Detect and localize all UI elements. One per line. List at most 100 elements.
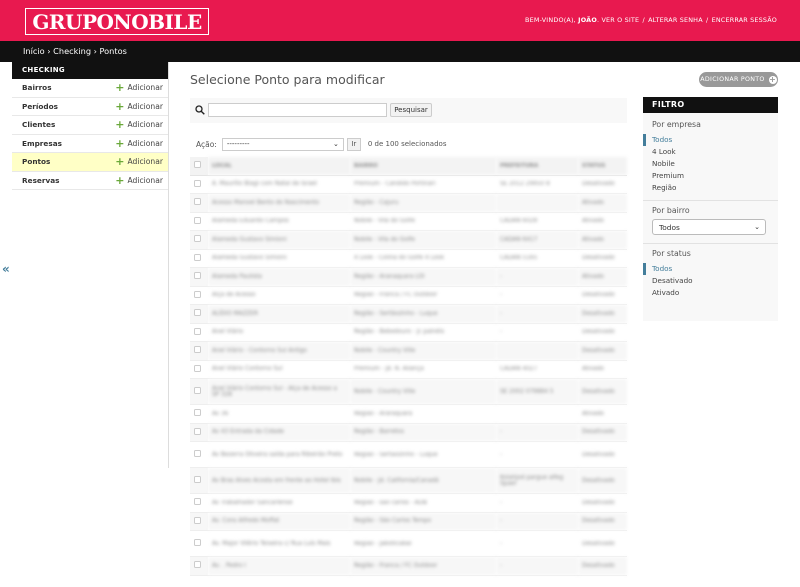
logout-link[interactable]: ENCERRAR SESSÃO (712, 16, 777, 24)
row-checkbox[interactable] (194, 364, 201, 372)
row-checkbox[interactable] (194, 309, 201, 317)
col-header-prefeitura[interactable]: PREFEITURA (496, 157, 578, 176)
view-site-link[interactable]: VER O SITE (601, 16, 639, 24)
row-checkbox[interactable] (194, 539, 201, 546)
cell-local[interactable]: Av 36 (208, 404, 350, 424)
row-checkbox[interactable] (194, 498, 201, 506)
cell-local[interactable]: Acesso Manoel Bento do Nascimento (208, 193, 350, 213)
add-link[interactable]: + Adicionar (115, 156, 163, 167)
cell-prefeitura: - (496, 493, 578, 513)
bairro-select[interactable]: Todos ⌄ (652, 219, 766, 235)
cell-local[interactable]: Av Bras Alves Acosta em frente ao Hotel … (208, 467, 350, 494)
cell-prefeitura: - (496, 423, 578, 442)
col-header-local[interactable]: LOCAL (208, 157, 350, 176)
row-checkbox[interactable] (194, 450, 201, 457)
filter-list-empresa: Todos 4 Look Nobile Premium Região (643, 134, 778, 194)
row-checkbox[interactable] (194, 327, 201, 335)
sidebar-item-label[interactable]: Bairros (22, 83, 52, 92)
add-link[interactable]: + Adicionar (115, 175, 163, 186)
go-button[interactable]: Ir (346, 137, 361, 151)
cell-local[interactable]: Alça de Acesso (208, 286, 350, 305)
filter-option[interactable]: Ativado (652, 287, 778, 299)
plus-icon: + (115, 99, 125, 113)
filter-option[interactable]: Todos (643, 263, 778, 275)
filter-option[interactable]: Nobile (652, 158, 778, 170)
row-select-cell (190, 378, 208, 405)
col-header-bairro[interactable]: BAIRRO (350, 157, 496, 176)
filter-option[interactable]: Desativado (652, 275, 778, 287)
cell-status: Desativado (578, 304, 627, 324)
row-checkbox[interactable] (194, 272, 201, 280)
change-password-link[interactable]: ALTERAR SENHA (648, 16, 703, 24)
breadcrumb-home[interactable]: Início (23, 46, 45, 56)
row-checkbox[interactable] (194, 427, 201, 435)
add-link[interactable]: + Adicionar (115, 101, 163, 112)
search-input[interactable] (208, 103, 387, 117)
filter-option[interactable]: Premium (652, 170, 778, 182)
cell-local[interactable]: Anel Viário - Contorno Sul Antigo (208, 341, 350, 361)
cell-local[interactable]: Av Trabalhador Sancarlense (208, 493, 350, 513)
cell-local[interactable]: Alameda Gustavo Simioni (208, 230, 350, 250)
cell-local[interactable]: Alameda Paulista (208, 267, 350, 287)
row-checkbox[interactable] (194, 476, 201, 483)
add-link[interactable]: + Adicionar (115, 138, 163, 149)
col-header-status[interactable]: STATUS (578, 157, 627, 176)
cell-local[interactable]: Anel Viário (208, 323, 350, 342)
action-select[interactable]: --------- ⌄ (221, 137, 344, 151)
row-checkbox[interactable] (194, 216, 201, 224)
sidebar-item-label[interactable]: Reservas (22, 176, 59, 185)
row-checkbox[interactable] (194, 235, 201, 243)
table-row: Alameda Paulista Região - Aranaquara LOI -… (190, 267, 627, 287)
cell-status: Ativado (578, 230, 627, 250)
row-select-cell (190, 423, 208, 442)
cell-local[interactable]: Av Bezerra Oliveira saída para Ribeirão … (208, 441, 350, 468)
row-checkbox[interactable] (194, 516, 201, 524)
row-checkbox[interactable] (194, 253, 201, 261)
cell-bairro: Nobile - Jd. California/Canadá (350, 467, 496, 494)
sidebar-item-label[interactable]: Períodos (22, 102, 58, 111)
row-checkbox[interactable] (194, 346, 201, 354)
breadcrumb-sep: › (47, 46, 51, 56)
cell-local[interactable]: Anel Viário Contorno Sul (208, 360, 350, 379)
cell-bairro: Região - Bebedouro - jc painéis (350, 323, 496, 342)
cell-prefeitura: - (496, 286, 578, 305)
row-checkbox[interactable] (194, 409, 201, 417)
row-select-cell (190, 530, 208, 557)
sidebar-item-label[interactable]: Empresas (22, 139, 62, 148)
cell-bairro: Nobile - Vila do Golfe (350, 230, 496, 250)
cell-local[interactable]: A. Maurílio Biagi com Natal de Israel (208, 175, 350, 194)
row-checkbox[interactable] (194, 561, 201, 569)
user-tools: BEM-VINDO(A), JOÃO. VER O SITE / ALTERAR… (525, 16, 777, 24)
cell-local[interactable]: ALÍDIO MAZZER (208, 304, 350, 324)
row-checkbox[interactable] (194, 198, 201, 206)
add-link[interactable]: + Adicionar (115, 82, 163, 93)
select-all-checkbox[interactable] (194, 161, 201, 169)
cell-prefeitura: - (496, 323, 578, 342)
brand-logo[interactable]: GRUPONOBILE (25, 8, 209, 35)
add-button-label: ADICIONAR PONTO (700, 76, 765, 83)
cell-local[interactable]: Av 43 Entrada da Cidade (208, 423, 350, 442)
collapse-sidebar-icon[interactable]: « (2, 262, 10, 276)
breadcrumb-checking[interactable]: Checking (53, 46, 91, 56)
sidebar-item-label[interactable]: Pontos (22, 157, 50, 166)
add-ponto-button[interactable]: ADICIONAR PONTO + (699, 72, 778, 87)
cell-local[interactable]: Anel Viário Contorno Sul - Alça de Acess… (208, 378, 350, 405)
cell-local[interactable]: Av. Major Viiêrio Teixeira c/ Rua Luís M… (208, 530, 350, 557)
row-checkbox[interactable] (194, 179, 201, 187)
filter-option[interactable]: Região (652, 182, 778, 194)
table-row: Av. . Pedro I Região - Franca / FC Outdoo… (190, 556, 627, 576)
add-link[interactable]: + Adicionar (115, 119, 163, 130)
cell-local[interactable]: Av. . Pedro I (208, 556, 350, 576)
filter-option[interactable]: Todos (643, 134, 778, 146)
row-checkbox[interactable] (194, 290, 201, 298)
cell-bairro: Premium - Candido Portinari (350, 175, 496, 194)
cell-local[interactable]: Alameda Gustavo Simioni (208, 249, 350, 268)
cell-local[interactable]: Av. Cons Alfredo Moffat (208, 512, 350, 531)
sidebar-item-label[interactable]: Clientes (22, 120, 55, 129)
search-button[interactable]: Pesquisar (390, 103, 432, 117)
cell-local[interactable]: Alameda Eduardo Campos (208, 212, 350, 231)
cell-status: Ativado (578, 267, 627, 287)
row-checkbox[interactable] (194, 387, 201, 394)
filter-option[interactable]: 4 Look (652, 146, 778, 158)
sidebar-app-caption[interactable]: CHECKING (12, 62, 168, 79)
